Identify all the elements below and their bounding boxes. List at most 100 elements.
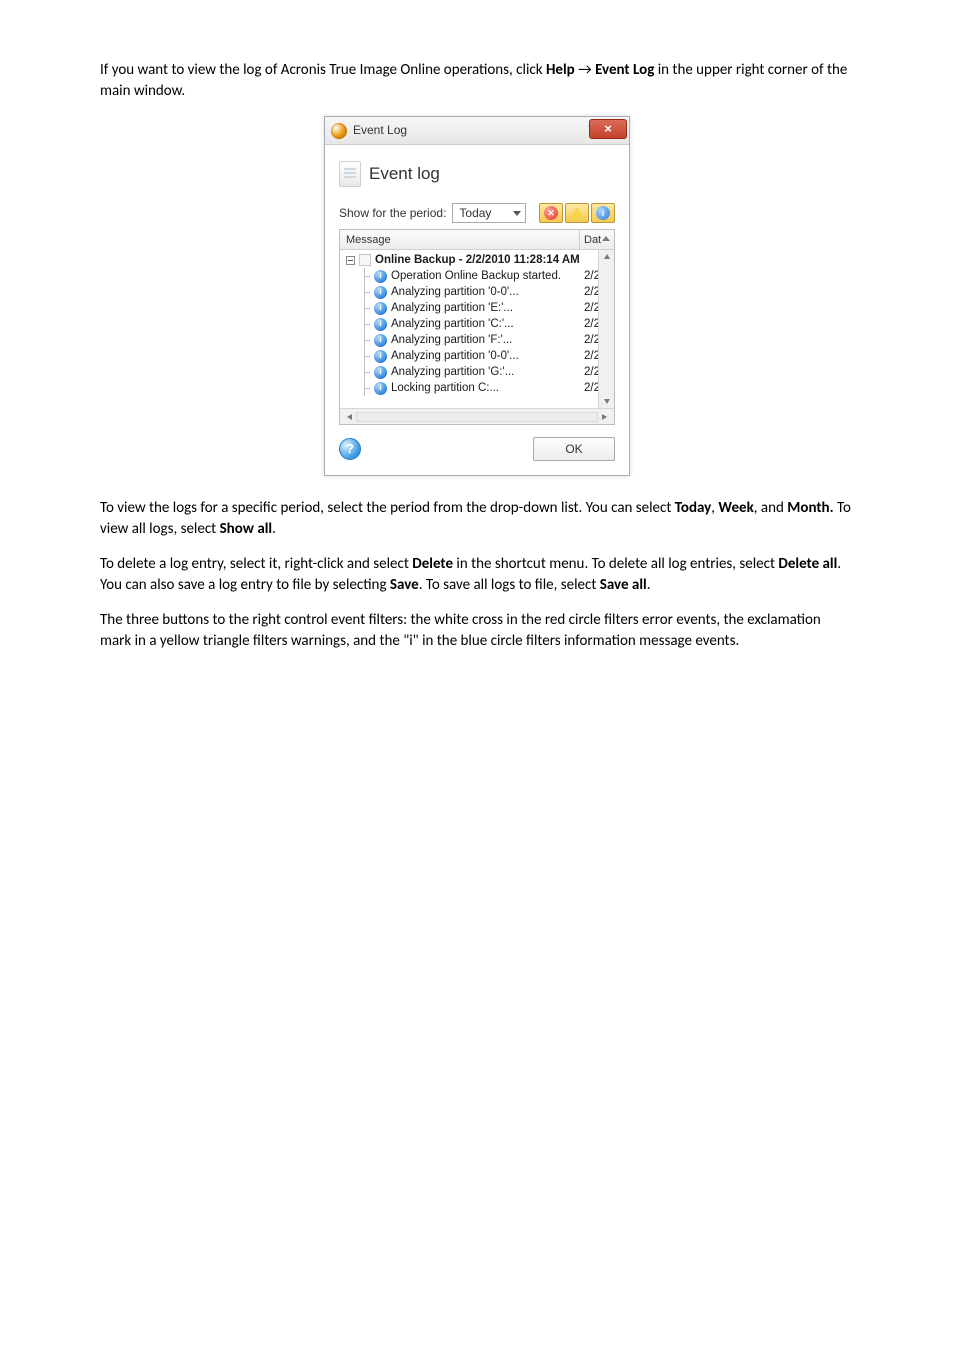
tree-line <box>360 268 370 284</box>
column-message[interactable]: Message <box>340 230 580 249</box>
paragraph-3: To delete a log entry, select it, right-… <box>100 554 854 596</box>
horizontal-scrollbar[interactable] <box>340 408 614 424</box>
text: . <box>272 520 276 538</box>
tree-children: iOperation Online Backup started.2/2iAna… <box>346 268 614 396</box>
tree-line <box>360 348 370 364</box>
collapse-icon[interactable] <box>346 256 355 265</box>
item-text: Analyzing partition 'G:'... <box>391 364 580 380</box>
tree-root: Online Backup - 2/2/2010 11:28:14 AM i Op… <box>340 250 614 396</box>
titlebar: Event Log Trial p × <box>325 117 629 145</box>
bold: Month. <box>787 499 833 517</box>
vertical-scrollbar[interactable] <box>598 250 614 408</box>
bold: Event Log <box>595 61 654 79</box>
bold: Delete all <box>778 555 837 573</box>
root-label: Online Backup - 2/2/2010 11:28:14 AM <box>375 252 580 268</box>
dialog-header: Event log <box>339 161 615 187</box>
filter-warning-button[interactable] <box>565 203 589 223</box>
paragraph-1: If you want to view the log of Acronis T… <box>100 60 854 102</box>
text: To delete a log entry, select it, right-… <box>100 555 412 573</box>
tree-line <box>360 364 370 380</box>
info-icon: i <box>596 206 610 220</box>
info-icon: i <box>374 286 387 299</box>
tree-line <box>360 316 370 332</box>
column-date[interactable]: Dat <box>580 230 614 249</box>
list-item[interactable]: iAnalyzing partition 'F:'...2/2 <box>360 332 614 348</box>
bold: Today <box>675 499 711 517</box>
scroll-left-button[interactable] <box>340 410 356 424</box>
list-item[interactable]: iAnalyzing partition '0-0'...2/2 <box>360 348 614 364</box>
info-icon: i <box>374 350 387 363</box>
list-rows: Online Backup - 2/2/2010 11:28:14 AM i Op… <box>340 250 614 408</box>
bold: Show all <box>220 520 273 538</box>
dialog-body: Event log Show for the period: Today ✕ i… <box>325 145 629 475</box>
list-item[interactable]: iAnalyzing partition 'E:'...2/2 <box>360 300 614 316</box>
info-icon: i <box>374 382 387 395</box>
scroll-right-button[interactable] <box>598 410 614 424</box>
app-icon <box>331 123 347 139</box>
folder-icon <box>359 254 371 266</box>
list-header: Message Dat <box>340 230 614 250</box>
bold: Delete <box>412 555 453 573</box>
paragraph-4: The three buttons to the right control e… <box>100 610 854 652</box>
bold: Help <box>546 61 575 79</box>
log-document-icon <box>339 161 361 187</box>
dialog-heading: Event log <box>369 162 440 186</box>
chevron-left-icon <box>344 414 352 420</box>
tree-line <box>360 300 370 316</box>
item-text: Analyzing partition 'F:'... <box>391 332 580 348</box>
sort-ascending-icon <box>602 236 610 241</box>
period-row: Show for the period: Today ✕ i <box>339 203 615 223</box>
list-item[interactable]: iLocking partition C:...2/2 <box>360 380 614 396</box>
item-text: Locking partition C:... <box>391 380 580 396</box>
scroll-up-icon <box>604 251 610 259</box>
bold: Week <box>718 499 753 517</box>
text: . <box>647 576 651 594</box>
scroll-down-icon <box>604 399 610 407</box>
item-text: Analyzing partition '0-0'... <box>391 348 580 364</box>
list-item[interactable]: iAnalyzing partition 'G:'...2/2 <box>360 364 614 380</box>
info-icon: i <box>374 334 387 347</box>
filter-error-button[interactable]: ✕ <box>539 203 563 223</box>
text: If you want to view the log of Acronis T… <box>100 61 546 79</box>
window-title: Event Log <box>353 122 587 139</box>
error-icon: ✕ <box>544 206 558 220</box>
text: To view the logs for a specific period, … <box>100 499 675 517</box>
list-item[interactable]: iAnalyzing partition '0-0'...2/2 <box>360 284 614 300</box>
text: , and <box>754 499 787 517</box>
tree-line <box>360 284 370 300</box>
info-icon: i <box>374 270 387 283</box>
info-icon: i <box>374 366 387 379</box>
period-value: Today <box>459 205 491 222</box>
item-text: Operation Online Backup started. <box>391 268 580 284</box>
scrollbar-track[interactable] <box>356 412 598 422</box>
chevron-down-icon <box>513 211 521 216</box>
bold: Save <box>390 576 419 594</box>
warning-icon <box>570 207 584 219</box>
help-button[interactable]: ? <box>339 438 361 460</box>
filter-buttons: ✕ i <box>539 203 615 223</box>
chevron-right-icon <box>602 414 610 420</box>
column-date-label: Dat <box>584 234 601 246</box>
log-list: Message Dat Online Backup - 2/2/2010 11:… <box>339 229 615 425</box>
screenshot-container: Event Log Trial p × Event log Show for t… <box>100 116 854 476</box>
ok-button[interactable]: OK <box>533 437 615 461</box>
list-item[interactable]: iAnalyzing partition 'C:'...2/2 <box>360 316 614 332</box>
arrow: → <box>575 61 595 79</box>
tree-line <box>360 332 370 348</box>
item-text: Analyzing partition 'C:'... <box>391 316 580 332</box>
info-icon: i <box>374 302 387 315</box>
list-item[interactable]: iOperation Online Backup started.2/2 <box>360 268 614 284</box>
text: . To save all logs to file, select <box>419 576 600 594</box>
paragraph-2: To view the logs for a specific period, … <box>100 498 854 540</box>
filter-info-button[interactable]: i <box>591 203 615 223</box>
tree-node[interactable]: Online Backup - 2/2/2010 11:28:14 AM <box>346 252 614 268</box>
text: in the shortcut menu. To delete all log … <box>453 555 778 573</box>
item-text: Analyzing partition '0-0'... <box>391 284 580 300</box>
close-button[interactable]: × <box>589 119 627 139</box>
period-select[interactable]: Today <box>452 203 526 223</box>
bold: Save all <box>600 576 647 594</box>
period-label: Show for the period: <box>339 205 446 222</box>
tree-line <box>360 380 370 396</box>
item-text: Analyzing partition 'E:'... <box>391 300 580 316</box>
event-log-dialog: Event Log Trial p × Event log Show for t… <box>324 116 630 476</box>
